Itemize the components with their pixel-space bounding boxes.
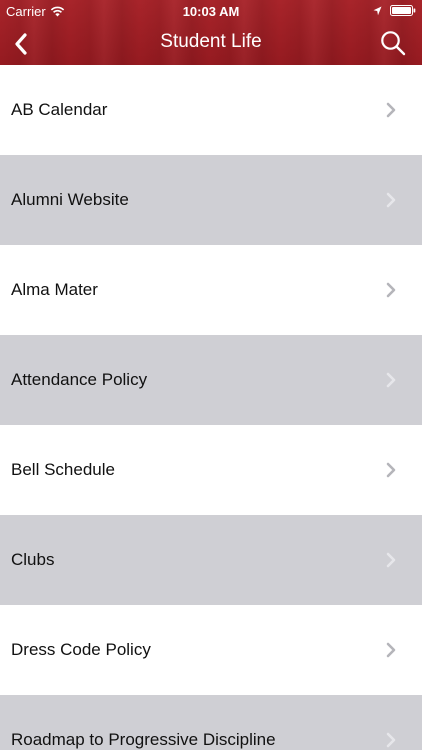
search-icon [381,31,406,56]
list-item-ab-calendar[interactable]: AB Calendar [0,65,422,155]
chevron-right-icon [386,552,396,568]
location-arrow-icon [373,6,382,15]
list-item-alma-mater[interactable]: Alma Mater [0,245,422,335]
list-item-label: Alumni Website [11,190,129,209]
list-item-label: Alma Mater [11,280,98,299]
list-item-dress-code-policy[interactable]: Dress Code Policy [0,605,422,695]
battery-icon [390,5,416,16]
chevron-right-icon [386,192,396,208]
list-item-label: Clubs [11,550,55,569]
chevron-right-icon [386,462,396,478]
status-bar: Carrier 10:03 AM [0,0,422,22]
list-item-alumni-website[interactable]: Alumni Website [0,155,422,245]
app-screen: Carrier 10:03 AM Student Life AB Calenda… [0,0,422,750]
status-time: 10:03 AM [182,4,240,19]
list-item-label: Dress Code Policy [11,640,151,659]
list-item-roadmap-progressive-discipline[interactable]: Roadmap to Progressive Discipline [0,695,422,750]
list-item-label: AB Calendar [11,100,108,119]
chevron-left-icon [15,33,27,55]
navigation-bar: Student Life [0,22,422,65]
list-item-label: Roadmap to Progressive Discipline [11,730,276,749]
list-item-attendance-policy[interactable]: Attendance Policy [0,335,422,425]
chevron-right-icon [386,642,396,658]
header: Carrier 10:03 AM Student Life [0,0,422,65]
back-button[interactable] [14,28,48,60]
list-item-clubs[interactable]: Clubs [0,515,422,605]
chevron-right-icon [386,102,396,118]
search-button[interactable] [376,27,410,59]
chevron-right-icon [386,282,396,298]
status-right-group [373,5,416,16]
list-item-bell-schedule[interactable]: Bell Schedule [0,425,422,515]
chevron-right-icon [386,372,396,388]
menu-list: AB Calendar Alumni Website Alma Mater At… [0,65,422,750]
list-item-label: Bell Schedule [11,460,115,479]
page-title: Student Life [160,31,262,52]
chevron-right-icon [386,732,396,748]
list-item-label: Attendance Policy [11,370,148,389]
